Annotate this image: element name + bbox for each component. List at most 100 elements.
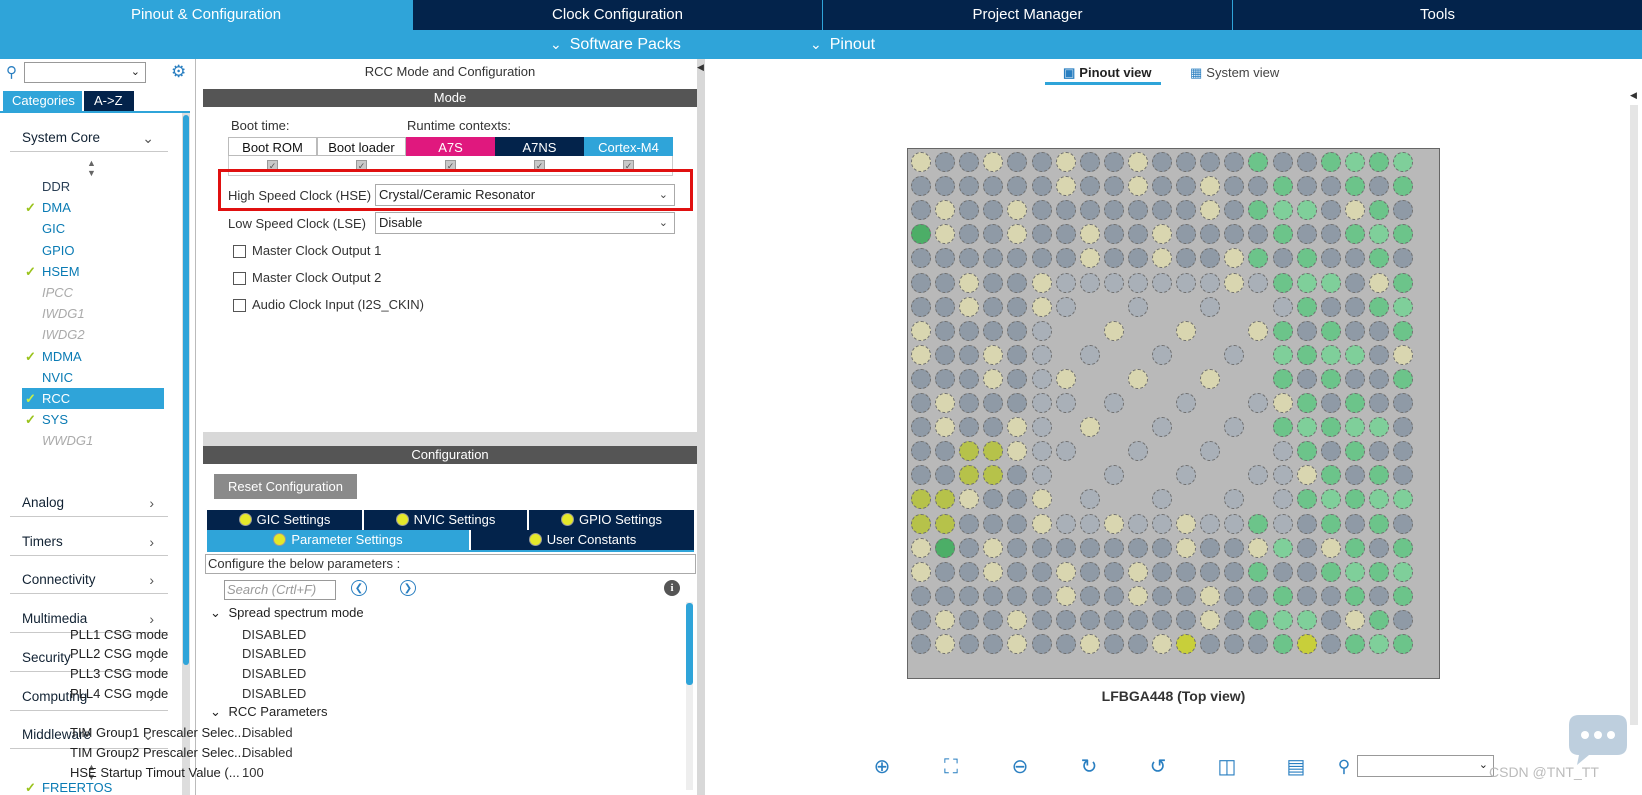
pin-ball[interactable] — [1296, 248, 1317, 269]
pin-ball[interactable] — [1393, 393, 1413, 413]
pin-ball[interactable] — [1344, 296, 1365, 317]
pin-ball[interactable] — [1224, 537, 1245, 558]
pin-ball[interactable] — [983, 489, 1004, 510]
pin-ball[interactable] — [1200, 224, 1221, 245]
pin-ball[interactable] — [935, 296, 956, 317]
param-row[interactable]: PLL1 CSG mode DISABLED — [18, 625, 478, 644]
pin-ball[interactable] — [959, 200, 980, 221]
pin-ball[interactable] — [1007, 465, 1028, 486]
pin-search-combo[interactable]: ⌄ — [1357, 755, 1494, 777]
pin-ball[interactable] — [1272, 513, 1293, 534]
tab-project-manager[interactable]: Project Manager — [822, 0, 1232, 30]
tab-categories[interactable]: Categories — [3, 91, 82, 111]
pin-ball[interactable] — [1176, 393, 1197, 413]
pin-ball[interactable] — [1079, 561, 1100, 582]
pin-ball[interactable] — [935, 200, 956, 221]
pin-ball[interactable] — [1320, 441, 1341, 462]
pin-ball[interactable] — [1344, 224, 1365, 245]
pin-ball[interactable] — [935, 320, 956, 341]
pin-ball[interactable] — [1320, 368, 1341, 389]
pin-ball[interactable] — [1127, 296, 1148, 317]
pin-ball[interactable] — [1344, 344, 1365, 365]
pin-ball[interactable] — [1127, 224, 1148, 245]
peripheral-sys[interactable]: ✓ SYS — [22, 409, 164, 430]
category-system-core[interactable]: System Core ⌄ — [10, 124, 168, 152]
pin-ball[interactable] — [1344, 152, 1365, 172]
left-scrollbar-thumb[interactable] — [183, 115, 189, 665]
pin-ball[interactable] — [1127, 537, 1148, 558]
pin-ball[interactable] — [1055, 248, 1076, 269]
reset-configuration-button[interactable]: Reset Configuration — [214, 474, 357, 499]
pin-ball[interactable] — [1393, 344, 1413, 365]
pin-ball[interactable] — [1320, 344, 1341, 365]
peripheral-gic[interactable]: GIC — [22, 218, 164, 239]
pin-ball[interactable] — [1079, 224, 1100, 245]
pin-ball[interactable] — [983, 585, 1004, 606]
pin-ball[interactable] — [959, 537, 980, 558]
pin-ball[interactable] — [1393, 272, 1413, 293]
pin-ball[interactable] — [1368, 152, 1389, 172]
pin-ball[interactable] — [1248, 609, 1269, 630]
tab-system-view[interactable]: ▦ System view — [1190, 65, 1300, 85]
pin-ball[interactable] — [1200, 561, 1221, 582]
pin-ball[interactable] — [1368, 368, 1389, 389]
tab-gpio-settings[interactable]: GPIO Settings — [529, 510, 694, 530]
pin-ball[interactable] — [1079, 272, 1100, 293]
pin-ball[interactable] — [1200, 248, 1221, 269]
pin-ball[interactable] — [1320, 585, 1341, 606]
pin-ball[interactable] — [1031, 585, 1052, 606]
pin-ball[interactable] — [935, 585, 956, 606]
pin-ball[interactable] — [1031, 417, 1052, 438]
tab-parameter-settings[interactable]: Parameter Settings — [207, 530, 469, 550]
pin-ball[interactable] — [911, 224, 931, 245]
pin-ball[interactable] — [1344, 272, 1365, 293]
pin-ball[interactable] — [1272, 176, 1293, 197]
pinout-menu[interactable]: ⌄ Pinout — [810, 30, 875, 59]
pin-ball[interactable] — [1393, 561, 1413, 582]
pin-ball[interactable] — [1176, 200, 1197, 221]
pin-ball[interactable] — [1127, 441, 1148, 462]
pin-ball[interactable] — [983, 537, 1004, 558]
peripheral-freertos[interactable]: ✓ FREERTOS — [22, 781, 164, 795]
pin-ball[interactable] — [1272, 393, 1293, 413]
pin-ball[interactable] — [959, 368, 980, 389]
pin-ball[interactable] — [1272, 441, 1293, 462]
pin-ball[interactable] — [1224, 561, 1245, 582]
pin-ball[interactable] — [983, 441, 1004, 462]
pin-ball[interactable] — [1079, 152, 1100, 172]
pin-ball[interactable] — [1224, 224, 1245, 245]
pin-ball[interactable] — [1296, 200, 1317, 221]
pin-ball[interactable] — [1031, 609, 1052, 630]
pin-ball[interactable] — [935, 609, 956, 630]
pin-ball[interactable] — [1007, 561, 1028, 582]
pin-ball[interactable] — [1368, 489, 1389, 510]
pin-ball[interactable] — [1103, 609, 1124, 630]
pin-ball[interactable] — [911, 200, 931, 221]
tab-user-constants[interactable]: User Constants — [471, 530, 694, 550]
pin-ball[interactable] — [1176, 465, 1197, 486]
pin-ball[interactable] — [1296, 513, 1317, 534]
pin-ball[interactable] — [1368, 609, 1389, 630]
search-icon[interactable]: ⚲ — [6, 63, 17, 81]
pin-ball[interactable] — [1296, 152, 1317, 172]
pin-ball[interactable] — [1200, 537, 1221, 558]
pin-ball[interactable] — [1368, 465, 1389, 486]
pin-ball[interactable] — [911, 296, 931, 317]
checkbox[interactable] — [233, 245, 246, 259]
pin-ball[interactable] — [1296, 634, 1317, 654]
pin-ball[interactable] — [1224, 634, 1245, 654]
pin-ball[interactable] — [1320, 248, 1341, 269]
pin-ball[interactable] — [1344, 609, 1365, 630]
pin-ball[interactable] — [935, 417, 956, 438]
pin-ball[interactable] — [1272, 248, 1293, 269]
pin-ball[interactable] — [935, 368, 956, 389]
pin-ball[interactable] — [1272, 609, 1293, 630]
pin-ball[interactable] — [959, 513, 980, 534]
pin-ball[interactable] — [1152, 561, 1172, 582]
previous-icon[interactable]: ❮ — [351, 580, 367, 596]
pin-ball[interactable] — [1393, 634, 1413, 654]
peripheral-nvic[interactable]: NVIC — [22, 367, 164, 388]
pin-ball[interactable] — [1272, 320, 1293, 341]
pin-ball[interactable] — [1055, 634, 1076, 654]
param-row[interactable]: TIM Group1 Prescaler Selec... Disabled — [18, 723, 478, 742]
